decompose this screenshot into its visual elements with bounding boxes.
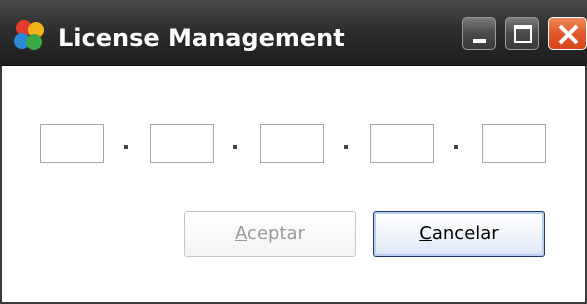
segment-separator [233,145,237,149]
license-segment-1[interactable] [40,124,104,163]
segment-separator [124,145,128,149]
maximize-button[interactable] [505,17,539,50]
accept-mnemonic: A [235,223,248,244]
cancel-mnemonic: C [419,223,432,244]
cancel-button[interactable]: Cancelar [373,211,545,257]
minimize-button[interactable] [462,17,496,50]
accept-button[interactable]: Aceptar [184,211,356,257]
license-segment-2[interactable] [150,124,214,163]
segment-separator [344,145,348,149]
segment-separator [454,145,458,149]
dialog-body [0,66,587,304]
close-button[interactable] [548,17,587,50]
license-dialog: License Management Aceptar Cancelar [0,0,587,304]
app-logo-icon [14,20,44,50]
license-segment-4[interactable] [370,124,434,163]
maximize-icon [514,25,532,43]
cancel-label: ancelar [431,223,499,244]
accept-label: ceptar [247,223,305,244]
license-segment-5[interactable] [482,124,546,163]
title-bar[interactable]: License Management [0,0,587,66]
window-title: License Management [58,24,345,52]
minimize-icon [473,39,486,43]
close-icon [558,24,579,45]
license-segment-3[interactable] [260,124,324,163]
